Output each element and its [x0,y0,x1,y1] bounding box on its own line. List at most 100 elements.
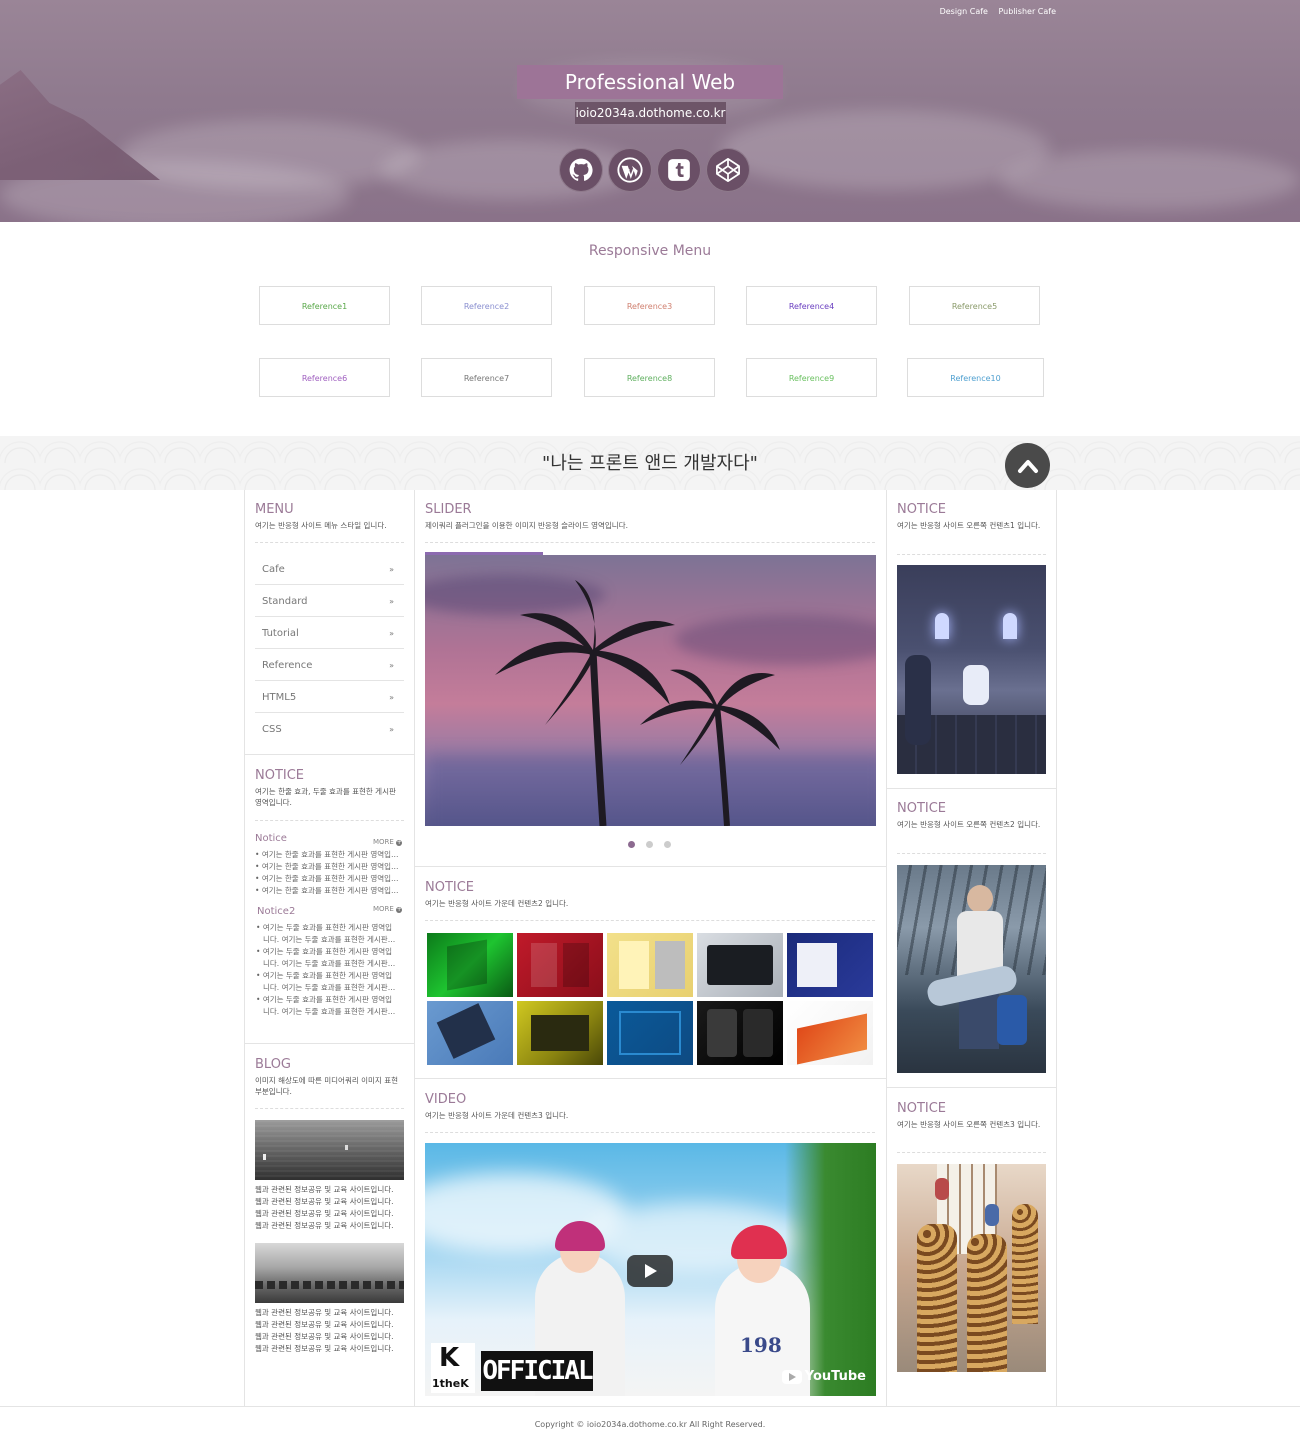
menu-item-html5[interactable]: HTML5 » [255,682,404,713]
reference8-button[interactable]: Reference8 [584,358,715,397]
youtube-icon [781,1369,802,1384]
reference10-button[interactable]: Reference10 [907,358,1044,397]
site-header: Design Cafe Publisher Cafe Professional … [0,0,1300,222]
gallery-thumb[interactable] [427,933,513,997]
gallery-thumb[interactable] [517,933,603,997]
gallery-thumb[interactable] [787,1001,873,1065]
right-notice-2-desc: 여기는 반응형 사이트 오른쪽 컨텐츠2 입니다. [897,820,1041,829]
reference9-button[interactable]: Reference9 [746,358,877,397]
play-button[interactable] [627,1255,673,1287]
slider-image[interactable] [425,555,876,826]
reference6-button[interactable]: Reference6 [259,358,390,397]
right-notice-2-title: NOTICE [897,801,947,816]
gallery-thumb[interactable] [607,933,693,997]
top-links: Design Cafe Publisher Cafe [932,7,1056,16]
menu-item-label: Cafe [262,564,285,575]
right-notice-3-desc: 여기는 반응형 사이트 오른쪽 컨텐츠3 입니다. [897,1120,1041,1129]
slider-title: SLIDER [425,502,472,517]
list-item[interactable]: • 여기는 두줄 효과를 표현한 게시판 영역입 [256,994,405,1006]
more-link[interactable]: MORE + [373,838,403,846]
left-notice-title: NOTICE [255,768,305,783]
reference4-button[interactable]: Reference4 [746,286,877,325]
menu-item-label: Standard [262,596,308,607]
blog-title: BLOG [255,1057,292,1072]
center-notice-title: NOTICE [425,880,475,895]
site-url: ioio2034a.dothome.co.kr [575,102,726,124]
left-notice-desc: 여기는 한줄 효과, 두줄 효과를 표현한 게시판 영역입니다. [255,787,396,807]
wordpress-icon[interactable] [608,148,652,192]
notice-list-2: • 여기는 두줄 효과를 표현한 게시판 영역입 니다. 여기는 두줄 효과를 … [256,922,405,1018]
menu-title: MENU [255,502,294,517]
menu-item-label: CSS [262,724,282,735]
1thek-logo: K 1theK [431,1343,475,1393]
list-item[interactable]: • 여기는 한줄 효과를 표현한 게시판 영역입니다. [255,885,405,897]
right-notice-3-title: NOTICE [897,1101,947,1116]
chevron-right-icon: » [389,661,394,670]
palm-trees [495,580,780,826]
list-item[interactable]: • 여기는 한줄 효과를 표현한 게시판 영역입니다. [255,861,405,873]
chevron-right-icon: » [389,725,394,734]
right-image-3 [897,1164,1046,1372]
right-image-2 [897,865,1046,1073]
video-desc: 여기는 반응형 사이트 가운데 컨텐츠3 입니다. [425,1111,569,1120]
gallery-thumb[interactable] [607,1001,693,1065]
chevron-right-icon: » [389,597,394,606]
chevron-right-icon: » [389,629,394,638]
scroll-top-button[interactable] [1005,443,1050,488]
tumblr-icon[interactable] [657,148,701,192]
design-cafe-link[interactable]: Design Cafe [940,7,988,16]
chevron-right-icon: » [389,693,394,702]
menu-item-label: Reference [262,660,313,671]
social-links [559,148,750,192]
slider-dot-2[interactable] [646,841,653,848]
menu-item-label: Tutorial [262,628,299,639]
menu-item-css[interactable]: CSS » [255,714,404,745]
reference2-button[interactable]: Reference2 [421,286,552,325]
list-item[interactable]: • 여기는 한줄 효과를 표현한 게시판 영역입니다. [255,849,405,861]
blog-text-2: 웹과 관련된 정보공유 및 교육 사이트입니다. 웹과 관련된 정보공유 및 교육… [255,1308,394,1353]
quote-text: "나는 프론트 앤드 개발자다" [542,453,758,474]
more-link[interactable]: MORE + [373,905,403,913]
slider-dot-1[interactable] [628,841,635,848]
reference7-button[interactable]: Reference7 [421,358,552,397]
menu-item-tutorial[interactable]: Tutorial » [255,618,404,649]
footer-copyright: Copyright © ioio2034a.dothome.co.kr All … [534,1420,766,1429]
chevron-up-icon [1017,459,1038,473]
mountain-graphic [0,70,160,180]
slider-desc: 제이쿼리 플러그인을 이용한 이미지 반응형 슬라이드 영역입니다. [425,521,628,530]
notice-list-title: Notice [255,833,287,844]
chevron-right-icon: » [389,565,394,574]
slider-dot-3[interactable] [664,841,671,848]
right-notice-1-desc: 여기는 반응형 사이트 오른쪽 컨텐츠1 입니다. [897,521,1041,530]
jersey-number: 198 [740,1333,782,1357]
youtube-logo: YouTube [781,1369,866,1384]
plus-circle-icon: + [396,839,403,846]
responsive-menu-title: Responsive Menu [588,243,712,259]
menu-item-standard[interactable]: Standard » [255,586,404,617]
blog-text-1: 웹과 관련된 정보공유 및 교육 사이트입니다. 웹과 관련된 정보공유 및 교육… [255,1185,394,1230]
blog-image-sea [255,1120,404,1180]
publisher-cafe-link[interactable]: Publisher Cafe [999,7,1057,16]
menu-item-cafe[interactable]: Cafe » [255,554,404,585]
list-item[interactable]: • 여기는 두줄 효과를 표현한 게시판 영역입 [256,922,405,934]
gallery-thumb[interactable] [697,1001,783,1065]
reference1-button[interactable]: Reference1 [259,286,390,325]
menu-item-reference[interactable]: Reference » [255,650,404,681]
reference5-button[interactable]: Reference5 [909,286,1040,325]
video-player[interactable]: 198 K 1theK OFFICIAL YouTube [425,1143,876,1396]
list-item[interactable]: • 여기는 한줄 효과를 표현한 게시판 영역입니다. [255,873,405,885]
official-badge: OFFICIAL [481,1351,594,1391]
menu-item-label: HTML5 [262,692,297,703]
gallery-thumb[interactable] [517,1001,603,1065]
list-item[interactable]: • 여기는 두줄 효과를 표현한 게시판 영역입 [256,970,405,982]
codepen-icon[interactable] [706,148,750,192]
gallery-thumb[interactable] [697,933,783,997]
blog-desc: 이미지 해상도에 따른 미디어쿼리 이미지 표현 부분입니다. [255,1076,399,1096]
gallery-thumb[interactable] [427,1001,513,1065]
plus-circle-icon: + [396,906,403,913]
gallery-thumb[interactable] [787,933,873,997]
site-title: Professional Web Publisher [517,65,783,128]
github-icon[interactable] [559,148,603,192]
reference3-button[interactable]: Reference3 [584,286,715,325]
list-item[interactable]: • 여기는 두줄 효과를 표현한 게시판 영역입 [256,946,405,958]
